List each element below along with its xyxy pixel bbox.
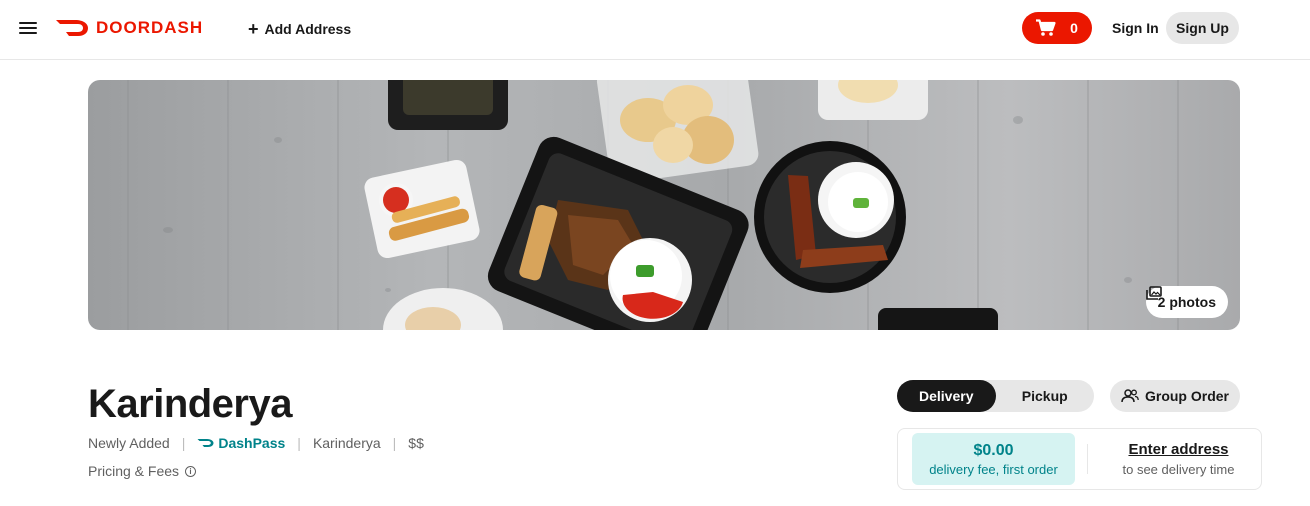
price-range-label: $$ [408,435,424,451]
food-photo [127,80,1179,330]
pricing-label: Pricing & Fees [88,463,180,479]
fee-description: delivery fee, first order [929,461,1058,477]
enter-address-link[interactable]: Enter address [1128,441,1228,458]
cart-count: 0 [1070,20,1078,36]
pricing-and-fees-link[interactable]: Pricing & Fees i [88,462,197,480]
store-hero-image[interactable]: 2 photos [88,80,1240,330]
fee-amount: $0.00 [973,441,1014,459]
dashpass-badge[interactable]: DashPass [197,435,285,451]
view-photos-button[interactable]: 2 photos [1145,286,1228,318]
newly-added-label: Newly Added [88,435,170,451]
divider [1087,444,1088,474]
cuisine-label: Karinderya [312,435,381,451]
separator: | [297,435,301,451]
delivery-option[interactable]: Delivery [897,380,996,412]
dashpass-label: DashPass [218,435,286,451]
delivery-fee-card: $0.00 delivery fee, first order Enter ad… [897,428,1262,490]
cart-icon [1036,19,1056,36]
info-icon: i [185,465,197,477]
logo-text: DOORDASH [96,18,204,37]
store-name: Karinderya [88,382,292,426]
group-order-label: Group Order [1144,388,1229,404]
plus-icon: + [248,19,259,39]
group-icon [1121,389,1139,403]
pickup-option[interactable]: Pickup [996,380,1095,412]
photos-icon [1145,286,1162,300]
photos-label: 2 photos [1157,294,1216,310]
sign-in-button[interactable]: Sign In [1104,12,1167,44]
cart-button[interactable]: 0 [1022,12,1092,44]
enter-address-box: Enter address to see delivery time [1100,441,1257,477]
group-order-button[interactable]: Group Order [1110,380,1240,412]
dashpass-icon [197,439,214,447]
separator: | [181,435,186,451]
add-address-label: Add Address [264,21,352,37]
add-address-button[interactable]: + Add Address [248,18,351,40]
fulfillment-mode-toggle: Delivery Pickup [897,380,1094,412]
sign-up-button[interactable]: Sign Up [1166,12,1239,44]
store-meta: Newly Added | DashPass | Karinderya | $$ [88,434,424,452]
top-nav: DOORDASH + Add Address 0 Sign In Sign Up [0,0,1310,60]
doordash-mark-icon [56,20,88,36]
delivery-time-hint: to see delivery time [1122,462,1235,477]
hamburger-menu-icon[interactable] [17,19,39,37]
separator: | [392,435,397,451]
delivery-fee-box: $0.00 delivery fee, first order [912,433,1075,485]
doordash-logo[interactable]: DOORDASH [55,17,203,39]
